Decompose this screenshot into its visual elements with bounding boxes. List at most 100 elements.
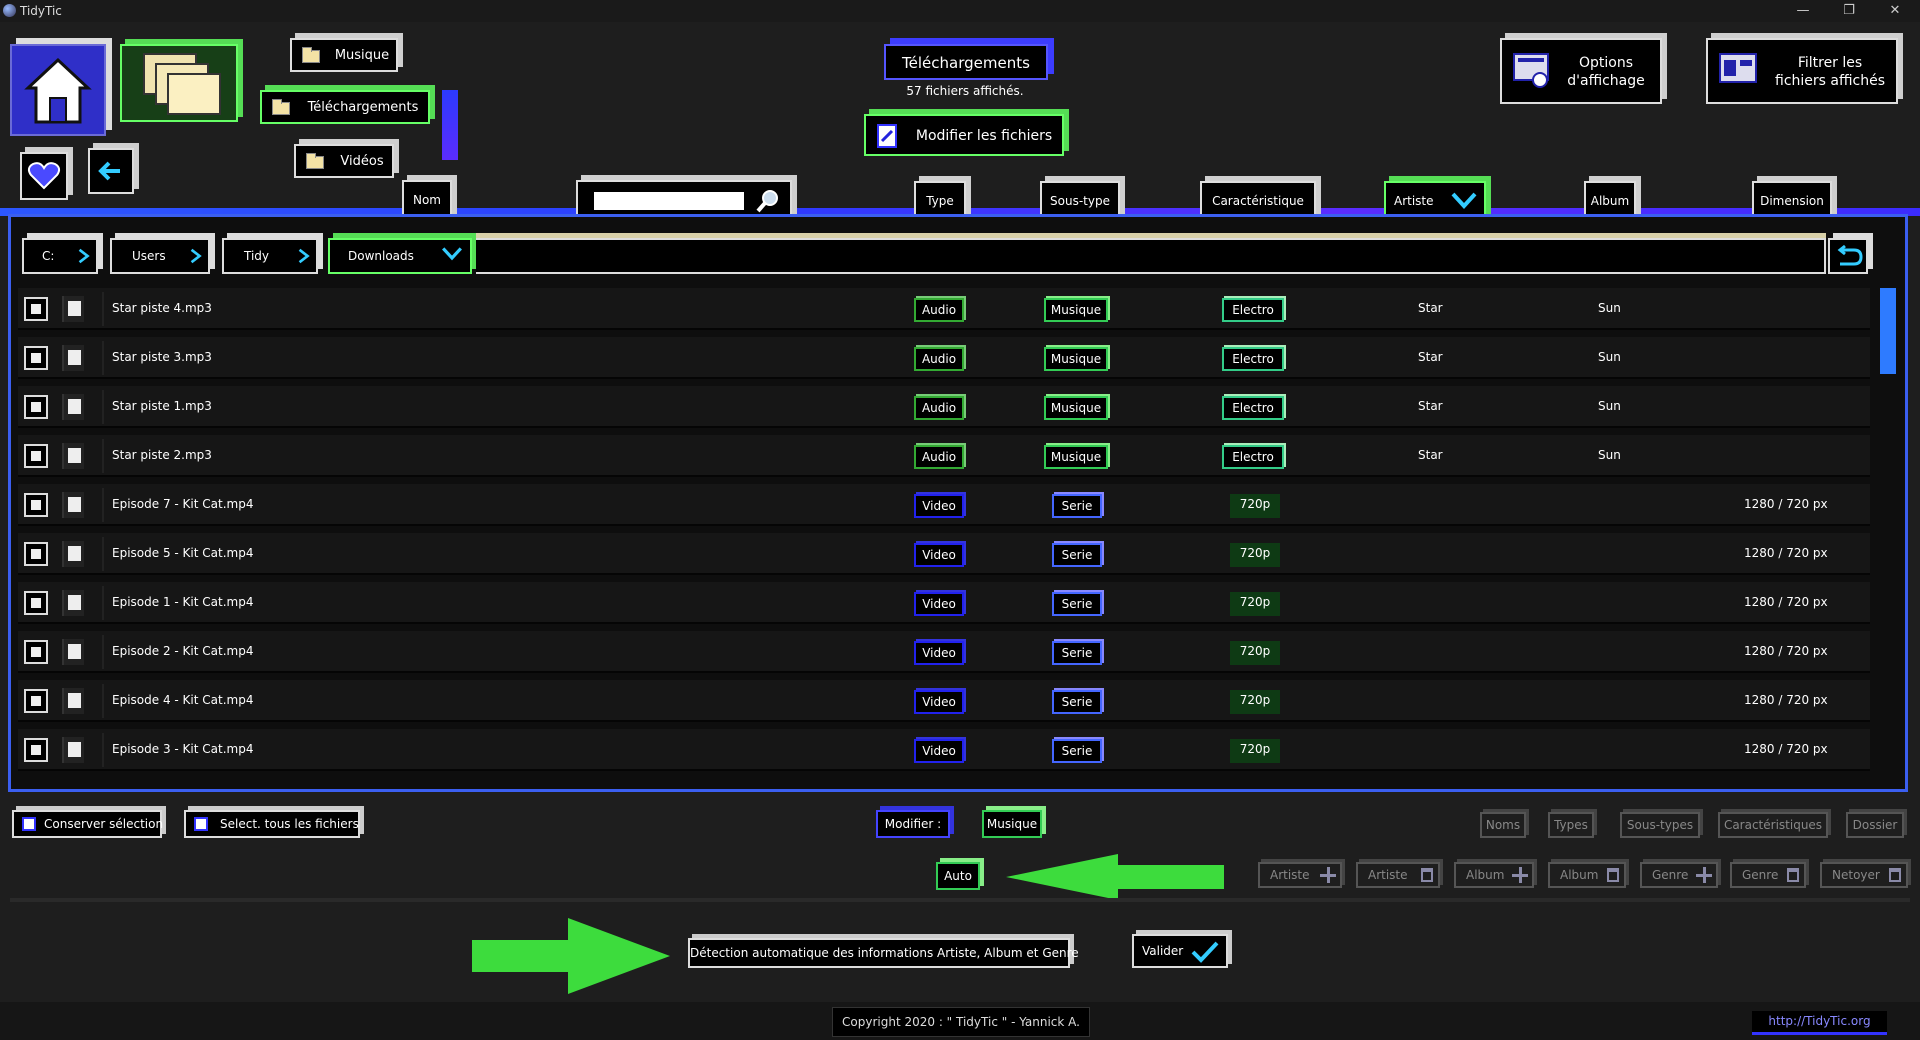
search-input[interactable] <box>594 192 744 210</box>
breadcrumb-downloads[interactable]: Downloads <box>328 238 472 274</box>
remove-album-button[interactable]: Album <box>1548 862 1626 888</box>
type-tag[interactable]: Audio <box>914 445 964 469</box>
row-checkbox[interactable] <box>24 689 48 713</box>
subtype-tag[interactable]: Serie <box>1052 739 1102 763</box>
feature-tag[interactable]: 720p <box>1230 592 1280 616</box>
shortcut-telechargements-button[interactable]: Téléchargements <box>260 90 430 124</box>
row-checkbox[interactable] <box>24 297 48 321</box>
feature-tag[interactable]: 720p <box>1230 690 1280 714</box>
feature-tag[interactable]: Electro <box>1222 347 1284 371</box>
shortcut-musique-button[interactable]: Musique <box>290 38 398 72</box>
add-album-button[interactable]: Album <box>1454 862 1534 888</box>
search-icon[interactable] <box>754 187 782 215</box>
favorites-button[interactable] <box>20 152 68 200</box>
type-tag[interactable]: Audio <box>914 396 964 420</box>
table-row[interactable]: Star piste 4.mp3 Audio Musique Electro Star S… <box>18 288 1870 330</box>
subtype-tag[interactable]: Musique <box>1044 445 1108 469</box>
maximize-button[interactable]: ❐ <box>1826 0 1872 22</box>
subtype-tag[interactable]: Musique <box>1044 347 1108 371</box>
type-tag[interactable]: Video <box>914 543 964 567</box>
feature-tag[interactable]: Electro <box>1222 298 1284 322</box>
feature-tag[interactable]: 720p <box>1230 739 1280 763</box>
minimize-button[interactable]: — <box>1780 0 1826 22</box>
type-tag[interactable]: Audio <box>914 298 964 322</box>
subtype-tag[interactable]: Serie <box>1052 592 1102 616</box>
feature-tag[interactable]: 720p <box>1230 543 1280 567</box>
trash-icon <box>1421 868 1433 882</box>
row-checkbox[interactable] <box>24 444 48 468</box>
type-tag[interactable]: Video <box>914 494 964 518</box>
table-row[interactable]: Episode 7 - Kit Cat.mp4 Video Serie 720p 128… <box>18 484 1870 526</box>
subtype-tag[interactable]: Serie <box>1052 494 1102 518</box>
display-options-button[interactable]: Options d'affichage <box>1500 38 1662 104</box>
refresh-button[interactable] <box>1828 238 1868 274</box>
subtype-tag[interactable]: Musique <box>1044 298 1108 322</box>
feature-tag[interactable]: 720p <box>1230 494 1280 518</box>
type-tag[interactable]: Video <box>914 641 964 665</box>
trash-icon <box>1787 868 1799 882</box>
back-button[interactable] <box>88 148 134 194</box>
sort-types-button[interactable]: Types <box>1548 812 1594 838</box>
remove-genre-button[interactable]: Genre <box>1730 862 1806 888</box>
type-tag[interactable]: Video <box>914 592 964 616</box>
validate-button[interactable]: Valider <box>1132 934 1228 968</box>
feature-tag[interactable]: Electro <box>1222 445 1284 469</box>
shortcut-videos-button[interactable]: Vidéos <box>294 144 394 178</box>
row-checkbox[interactable] <box>24 591 48 615</box>
auto-detect-button[interactable]: Détection automatique des informations A… <box>688 938 1079 968</box>
home-button[interactable] <box>10 44 106 136</box>
modify-value-button[interactable]: Musique <box>982 810 1042 838</box>
breadcrumb-users[interactable]: Users <box>110 238 210 274</box>
add-genre-button[interactable]: Genre <box>1640 862 1718 888</box>
breadcrumb-c[interactable]: C: <box>22 238 98 274</box>
type-tag[interactable]: Video <box>914 739 964 763</box>
subtype-tag[interactable]: Serie <box>1052 641 1102 665</box>
row-checkbox[interactable] <box>24 346 48 370</box>
subtype-tag[interactable]: Serie <box>1052 543 1102 567</box>
close-button[interactable]: ✕ <box>1872 0 1918 22</box>
remove-artist-button[interactable]: Artiste <box>1356 862 1440 888</box>
modify-files-button[interactable]: Modifier les fichiers <box>864 114 1064 156</box>
type-tag[interactable]: Audio <box>914 347 964 371</box>
table-row[interactable]: Episode 2 - Kit Cat.mp4 Video Serie 720p 128… <box>18 631 1870 673</box>
row-checkbox[interactable] <box>24 395 48 419</box>
table-row[interactable]: Episode 3 - Kit Cat.mp4 Video Serie 720p 128… <box>18 729 1870 771</box>
table-row[interactable]: Episode 5 - Kit Cat.mp4 Video Serie 720p 128… <box>18 533 1870 575</box>
sort-soustypes-button[interactable]: Sous-types <box>1620 812 1700 838</box>
table-row[interactable]: Episode 1 - Kit Cat.mp4 Video Serie 720p 128… <box>18 582 1870 624</box>
subtype-tag[interactable]: Musique <box>1044 396 1108 420</box>
row-checkbox[interactable] <box>24 738 48 762</box>
breadcrumb-tidy[interactable]: Tidy <box>222 238 318 274</box>
sort-dossier-button[interactable]: Dossier <box>1846 812 1904 838</box>
row-checkbox[interactable] <box>24 640 48 664</box>
feature-tag[interactable]: Electro <box>1222 396 1284 420</box>
folders-button[interactable] <box>120 44 238 122</box>
album-cell: Sun <box>1598 350 1621 364</box>
table-row[interactable]: Star piste 2.mp3 Audio Musique Electro Star S… <box>18 435 1870 477</box>
shortcut-scrollbar[interactable] <box>442 90 458 160</box>
sort-noms-button[interactable]: Noms <box>1480 812 1526 838</box>
chevron-down-icon <box>442 247 462 261</box>
row-checkbox[interactable] <box>24 542 48 566</box>
row-checkbox[interactable] <box>24 493 48 517</box>
subtype-tag[interactable]: Serie <box>1052 690 1102 714</box>
type-tag[interactable]: Video <box>914 690 964 714</box>
edit-document-icon <box>877 124 897 148</box>
table-row[interactable]: Episode 4 - Kit Cat.mp4 Video Serie 720p 128… <box>18 680 1870 722</box>
clean-tags-label: Netoyer <box>1832 868 1880 882</box>
table-row[interactable]: Star piste 3.mp3 Audio Musique Electro Star S… <box>18 337 1870 379</box>
filter-files-button[interactable]: Filtrer les fichiers affichés <box>1706 38 1898 104</box>
filter-files-line2: fichiers affichés <box>1775 73 1885 89</box>
display-options-label: Options d'affichage <box>1552 54 1660 90</box>
path-bar[interactable] <box>476 238 1826 274</box>
feature-tag[interactable]: 720p <box>1230 641 1280 665</box>
auto-button[interactable]: Auto <box>936 862 980 890</box>
add-artist-button[interactable]: Artiste <box>1258 862 1342 888</box>
keep-selection-button[interactable]: Conserver sélection <box>12 810 163 838</box>
select-all-button[interactable]: Select. tous les fichiers <box>184 810 360 838</box>
list-scrollbar-thumb[interactable] <box>1880 288 1896 374</box>
sort-caracteristiques-button[interactable]: Caractéristiques <box>1718 812 1828 838</box>
clean-tags-button[interactable]: Netoyer <box>1820 862 1908 888</box>
table-row[interactable]: Star piste 1.mp3 Audio Musique Electro Star S… <box>18 386 1870 428</box>
website-link[interactable]: http://TidyTic.org <box>1752 1011 1887 1035</box>
